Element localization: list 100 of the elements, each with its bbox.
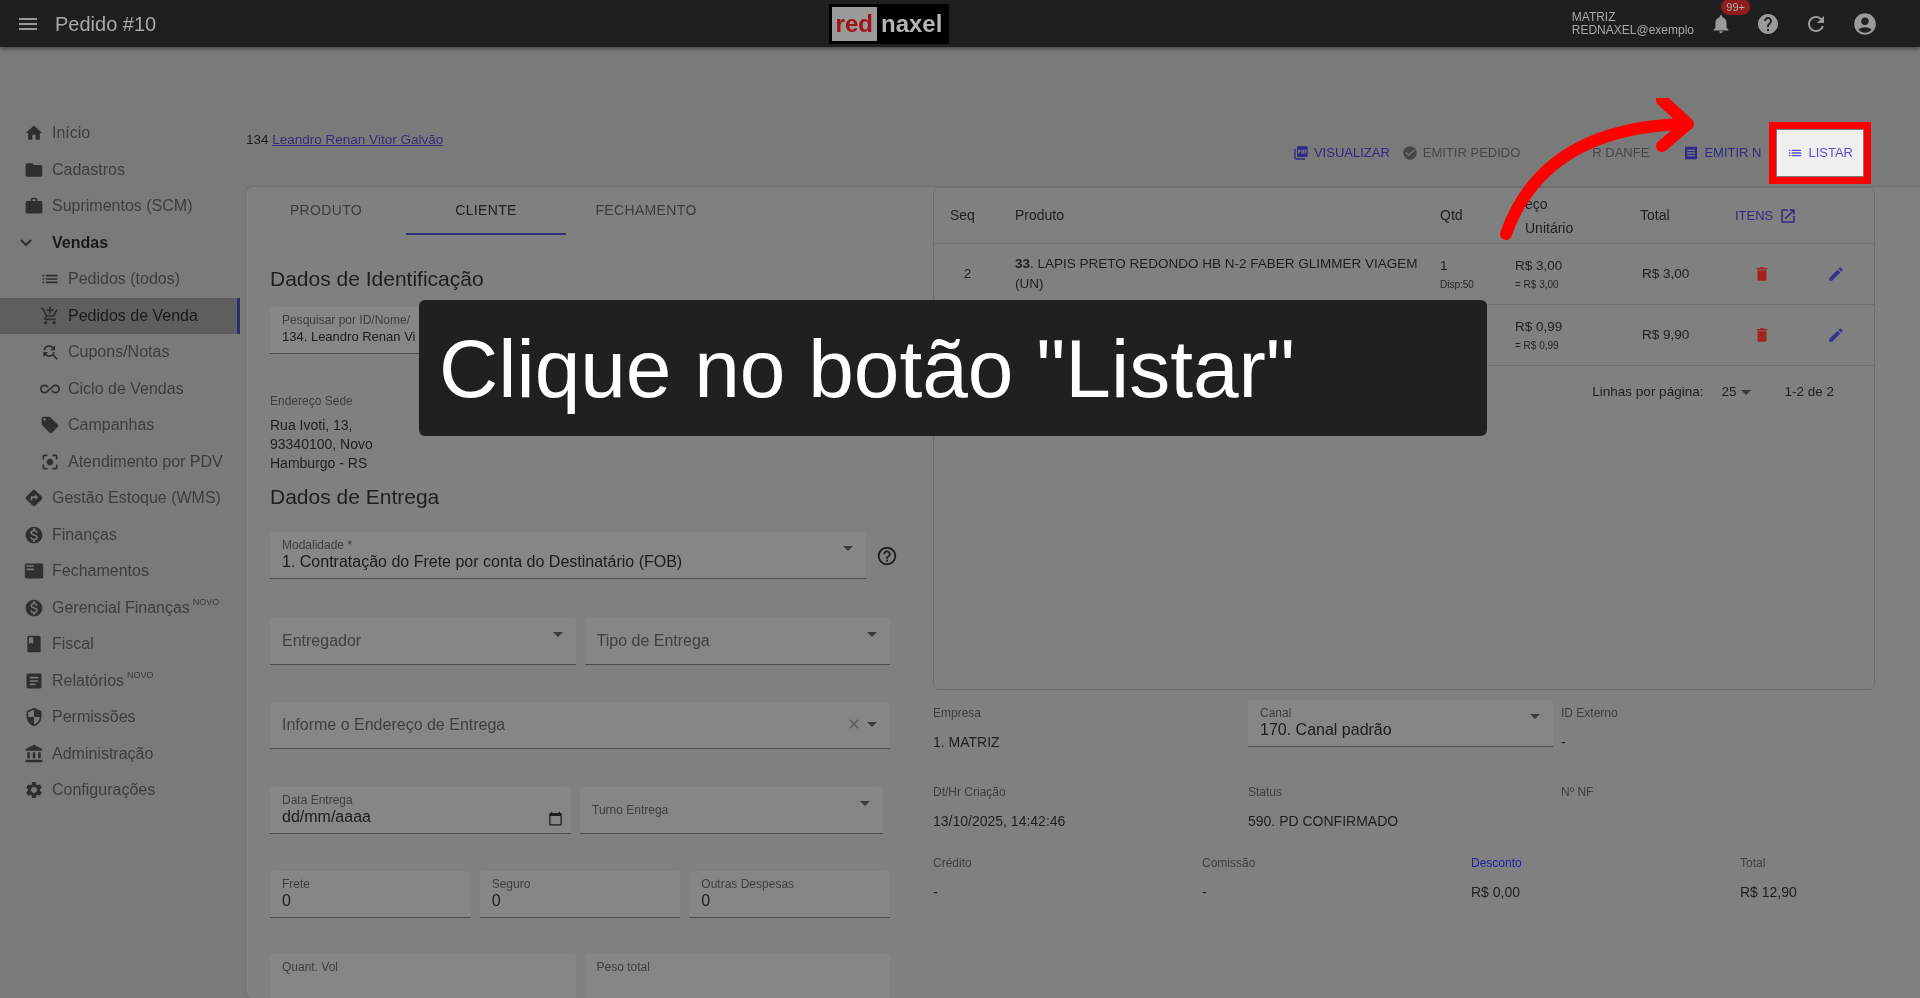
tab[interactable]: CLIENTE	[406, 187, 566, 235]
account-icon[interactable]	[1852, 10, 1878, 37]
account-company: MATRIZ	[1571, 10, 1617, 24]
field-value: 1. MATRIZ	[933, 733, 1001, 752]
edit-icon[interactable]	[1827, 265, 1845, 283]
rows-per-page-label: Linhas por página:	[1592, 382, 1704, 401]
edit-icon[interactable]	[1827, 326, 1845, 344]
field-label: Dt/Hr Criação	[933, 784, 1007, 801]
select-field[interactable]: Tipo de Entrega	[584, 618, 890, 665]
new-label: NOVO	[127, 669, 154, 682]
field-label: Comissão	[1202, 855, 1257, 872]
action-button[interactable]: EMITIR N	[1679, 130, 1766, 176]
column-header: eço Unitário	[1525, 194, 1575, 238]
field-label: ID Externo	[1561, 705, 1619, 722]
dollar-icon	[24, 524, 44, 545]
action-button[interactable]: LISTAR	[1777, 130, 1863, 176]
table-cell-text: R$ 9,90	[1641, 325, 1691, 344]
sidebar-item[interactable]: Ciclo de Vendas	[0, 370, 240, 407]
table-cell-text: R$ 3,00	[1641, 264, 1691, 283]
sidebar-item[interactable]: Suprimentos (SCM)	[0, 188, 240, 225]
search-refresh-icon	[40, 342, 60, 363]
table-cell-text: 33. LAPIS PRETO REDONDO HB N-2 FABER GLIMMER VIAGEM (UN)	[1014, 255, 1419, 293]
select-field[interactable]: Informe o Endereço de Entrega	[270, 702, 890, 749]
shield-icon	[24, 707, 44, 728]
stock-note: Disp:50	[1440, 277, 1475, 292]
field-value: -	[1561, 733, 1567, 752]
dropdown-caret-icon	[1741, 389, 1752, 395]
dropdown-caret-icon	[867, 721, 877, 727]
select-field[interactable]: Canal 170. Canal padrão	[1248, 700, 1553, 747]
tag-icon	[40, 415, 60, 436]
bank-icon	[24, 743, 44, 764]
sidebar-item[interactable]: Pedidos (todos)	[0, 261, 240, 298]
section-heading: Dados de Identificação	[270, 266, 485, 292]
dropdown-caret-icon	[552, 632, 563, 637]
cart-icon	[40, 305, 60, 326]
input-field[interactable]: Quant. Vol	[270, 954, 576, 998]
field-value: 13/10/2025, 14:42:46	[933, 812, 1067, 831]
input-field[interactable]: Frete 0	[270, 871, 471, 918]
address-text: Rua Ivoti, 13, 93340100, Novo Hamburgo - RS	[270, 415, 374, 473]
section-heading: Dados de Entrega	[270, 483, 441, 510]
page-title: Pedido #10	[55, 11, 157, 37]
field-label[interactable]: Desconto	[1471, 854, 1740, 872]
input-field[interactable]: Outras Despesas 0	[689, 871, 890, 918]
sidebar-item[interactable]: Campanhas	[0, 407, 240, 444]
dollar-icon	[24, 597, 44, 618]
column-header: Seq	[949, 206, 976, 225]
chevron-icon	[20, 238, 32, 247]
select-field[interactable]: Modalidade * 1. Contratação do Frete por conta do Destinatário (FOB)	[270, 532, 866, 579]
sidebar-item[interactable]: Pedidos de Venda	[0, 297, 240, 334]
sidebar-item[interactable]: Fiscal	[0, 626, 240, 663]
briefcase-icon	[24, 196, 44, 217]
pdf-icon	[1292, 145, 1309, 161]
page-range: 1-2 de 2	[1784, 382, 1834, 401]
sidebar-item[interactable]: Cupons/Notas	[0, 334, 240, 371]
field-value: 590. PD CONFIRMADO	[1248, 812, 1400, 831]
rows-per-page-select[interactable]: 25	[1721, 381, 1757, 403]
dropdown-caret-icon	[843, 546, 853, 551]
book-icon	[24, 634, 44, 655]
dropdown-caret-icon	[867, 632, 877, 637]
sidebar-item[interactable]: Configurações	[0, 772, 240, 809]
list-card-icon	[24, 561, 44, 582]
items-link[interactable]: ITENS	[1735, 205, 1774, 226]
account-email: REDNAXEL@exemplo	[1571, 23, 1694, 37]
date-field[interactable]: Data Entrega dd/mm/aaaa	[270, 787, 571, 834]
column-header: Produto	[1014, 206, 1066, 225]
tab[interactable]: PRODUTO	[246, 187, 406, 235]
select-field[interactable]: Turno Entrega	[580, 787, 883, 834]
sidebar-item[interactable]: Gestão Estoque (WMS)	[0, 480, 240, 517]
action-button[interactable]: VISUALIZAR	[1288, 130, 1394, 176]
sidebar-item[interactable]: Permissões	[0, 699, 240, 736]
field-value: R$ 12,90	[1740, 883, 1798, 902]
select-field[interactable]: Entregador	[270, 618, 576, 665]
table-cell-text: 1	[1440, 257, 1449, 276]
field-label: Nº NF	[1561, 784, 1595, 801]
sidebar-item[interactable]: Atendimento por PDV	[0, 443, 240, 480]
sidebar-item[interactable]: Administração	[0, 735, 240, 772]
calendar-icon[interactable]	[548, 811, 563, 826]
external-link-icon[interactable]	[1779, 206, 1798, 225]
sidebar-item[interactable]: Cadastros	[0, 151, 240, 188]
table-cell-text: R$ 3,00	[1515, 257, 1564, 276]
table-cell-text: 2	[962, 264, 973, 283]
dropdown-caret-icon	[860, 801, 870, 806]
customer-id: 134	[246, 132, 269, 147]
field-label: Crédito	[933, 855, 973, 872]
field-label: Status	[1248, 784, 1284, 801]
tab[interactable]: FECHAMENTO	[566, 187, 726, 235]
sidebar-group[interactable]: Vendas	[0, 224, 240, 261]
field-label: Empresa	[933, 705, 983, 722]
input-field[interactable]: Seguro 0	[479, 871, 681, 918]
sidebar-item[interactable]: Início	[0, 115, 240, 152]
field-label: Endereço Sede	[270, 392, 354, 410]
input-field[interactable]: Peso total	[584, 954, 890, 998]
help-icon[interactable]	[876, 544, 898, 567]
tooltip: Clique no botão "Listar"	[419, 300, 1487, 436]
sidebar-item[interactable]: Fechamentos	[0, 553, 240, 590]
customer-link[interactable]: Leandro Renan Vitor Galvão	[272, 132, 444, 147]
field-value: -	[933, 883, 939, 902]
sidebar-item[interactable]: Finanças	[0, 516, 240, 553]
help-icon[interactable]	[1756, 11, 1780, 36]
column-header: Total	[1639, 206, 1671, 225]
